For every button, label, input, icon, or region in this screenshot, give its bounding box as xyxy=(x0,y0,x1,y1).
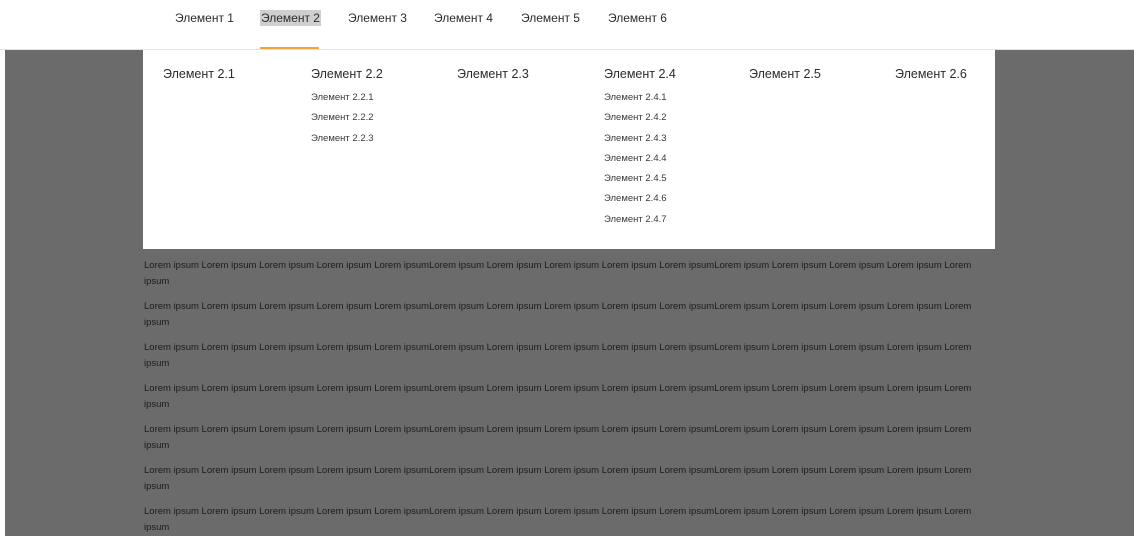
submenu-item[interactable]: Элемент 2.4.5 xyxy=(604,173,676,193)
nav-item-label: Элемент 3 xyxy=(348,11,407,25)
menu-column-title[interactable]: Элемент 2.4 xyxy=(604,67,676,83)
submenu-list: Элемент 2.4.1 Элемент 2.4.2 Элемент 2.4.… xyxy=(604,92,676,234)
nav-item-label: Элемент 2 xyxy=(260,10,321,26)
nav-item-2[interactable]: Элемент 2 xyxy=(260,10,321,26)
nav-item-label: Элемент 4 xyxy=(434,11,493,25)
menu-column-2-4: Элемент 2.4 Элемент 2.4.1 Элемент 2.4.2 … xyxy=(604,67,676,234)
submenu-item[interactable]: Элемент 2.4.1 xyxy=(604,92,676,112)
content-paragraph: Lorem ipsum Lorem ipsum Lorem ipsum Lore… xyxy=(144,301,972,328)
menu-column-title[interactable]: Элемент 2.5 xyxy=(749,67,821,83)
menu-column-title[interactable]: Элемент 2.1 xyxy=(163,67,235,83)
nav-item-6[interactable]: Элемент 6 xyxy=(607,11,668,25)
nav-item-4[interactable]: Элемент 4 xyxy=(433,11,494,25)
menu-column-2-5: Элемент 2.5 xyxy=(749,67,821,83)
submenu-item[interactable]: Элемент 2.4.7 xyxy=(604,214,676,234)
content-paragraph: Lorem ipsum Lorem ipsum Lorem ipsum Lore… xyxy=(144,465,972,492)
active-nav-indicator xyxy=(260,47,319,49)
submenu-item[interactable]: Элемент 2.4.2 xyxy=(604,112,676,132)
content-paragraph: Lorem ipsum Lorem ipsum Lorem ipsum Lore… xyxy=(144,383,972,410)
nav-item-3[interactable]: Элемент 3 xyxy=(347,11,408,25)
menu-column-title[interactable]: Элемент 2.6 xyxy=(895,67,967,83)
content-paragraph: Lorem ipsum Lorem ipsum Lorem ipsum Lore… xyxy=(144,342,972,369)
content-paragraph: Lorem ipsum Lorem ipsum Lorem ipsum Lore… xyxy=(144,260,972,287)
nav-item-1[interactable]: Элемент 1 xyxy=(174,11,235,25)
page-content: Lorem ipsum Lorem ipsum Lorem ipsum Lore… xyxy=(144,258,994,545)
nav-item-label: Элемент 6 xyxy=(608,11,667,25)
submenu-item[interactable]: Элемент 2.4.6 xyxy=(604,193,676,213)
nav-item-label: Элемент 5 xyxy=(521,11,580,25)
submenu-item[interactable]: Элемент 2.4.3 xyxy=(604,133,676,153)
menu-column-2-6: Элемент 2.6 xyxy=(895,67,967,83)
mega-menu-dropdown: Элемент 2.1 Элемент 2.2 Элемент 2.2.1 Эл… xyxy=(143,50,995,249)
menu-column-title[interactable]: Элемент 2.2 xyxy=(311,67,383,83)
submenu-item[interactable]: Элемент 2.2.3 xyxy=(311,133,383,153)
nav-item-5[interactable]: Элемент 5 xyxy=(520,11,581,25)
submenu-list: Элемент 2.2.1 Элемент 2.2.2 Элемент 2.2.… xyxy=(311,92,383,153)
menu-column-2-2: Элемент 2.2 Элемент 2.2.1 Элемент 2.2.2 … xyxy=(311,67,383,153)
content-paragraph: Lorem ipsum Lorem ipsum Lorem ipsum Lore… xyxy=(144,424,972,451)
top-nav: Элемент 1 Элемент 2 Элемент 3 Элемент 4 … xyxy=(0,0,1134,50)
submenu-item[interactable]: Элемент 2.4.4 xyxy=(604,153,676,173)
nav-item-label: Элемент 1 xyxy=(175,11,234,25)
submenu-item[interactable]: Элемент 2.2.2 xyxy=(311,112,383,132)
menu-column-2-3: Элемент 2.3 xyxy=(457,67,529,83)
menu-column-2-1: Элемент 2.1 xyxy=(163,67,235,83)
submenu-item[interactable]: Элемент 2.2.1 xyxy=(311,92,383,112)
menu-column-title[interactable]: Элемент 2.3 xyxy=(457,67,529,83)
content-paragraph: Lorem ipsum Lorem ipsum Lorem ipsum Lore… xyxy=(144,506,972,533)
